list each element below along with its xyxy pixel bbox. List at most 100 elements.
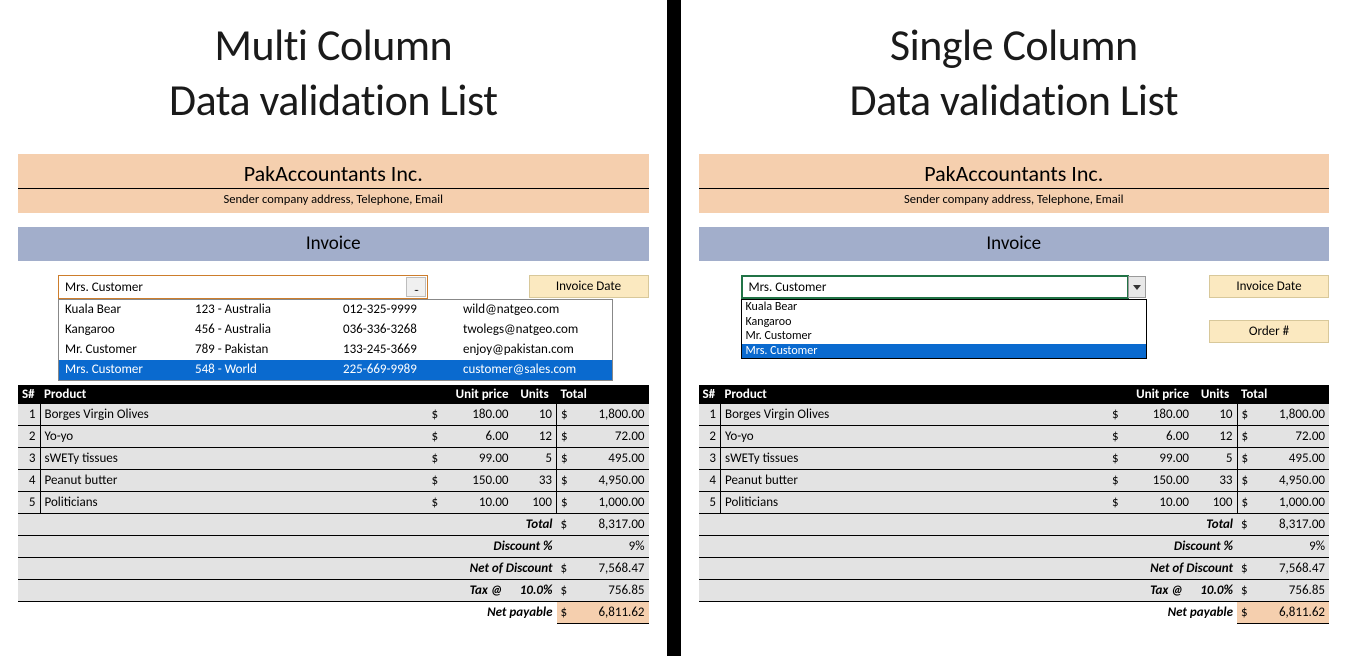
net-payable-label: Net payable: [699, 602, 1238, 624]
cell-sn: 3: [699, 448, 721, 470]
combo-col-name: Mrs. Customer: [65, 361, 195, 379]
multi-combo-input[interactable]: Mrs. Customer ...: [58, 275, 428, 299]
company-band: PakAccountants Inc. Sender company addre…: [18, 154, 649, 213]
cur: $: [1237, 602, 1255, 624]
table-row[interactable]: 4Peanut butter$150.0033$4,950.00: [18, 470, 649, 492]
invoice-date-label: Invoice Date: [1209, 275, 1329, 298]
cur: $: [557, 602, 575, 624]
cell-total: 4,950.00: [575, 470, 649, 492]
tax-rate: 10.0%: [507, 580, 557, 602]
total-value: 8,317.00: [575, 514, 649, 536]
cell-price: 150.00: [448, 470, 513, 492]
company-name: PakAccountants Inc.: [699, 158, 1330, 189]
table-row[interactable]: 4Peanut butter$150.0033$4,950.00: [699, 470, 1330, 492]
single-dropdown-button[interactable]: [1128, 276, 1146, 298]
cell-currency: $: [1237, 448, 1255, 470]
cell-price: 10.00: [1128, 492, 1193, 514]
cell-currency: $: [557, 448, 575, 470]
company-band: PakAccountants Inc. Sender company addre…: [699, 154, 1330, 213]
combo-col-email: twolegs@natgeo.com: [463, 321, 606, 339]
total-label: Total: [18, 514, 557, 536]
table-row[interactable]: 3sWETy tissues$99.005$495.00: [699, 448, 1330, 470]
cell-price: 99.00: [448, 448, 513, 470]
cell-sn: 1: [699, 404, 721, 426]
net-payable-label: Net payable: [18, 602, 557, 624]
cell-units: 12: [1193, 426, 1237, 448]
cell-currency: $: [1237, 426, 1255, 448]
multi-combo-item[interactable]: Kangaroo456 - Australia036-336-3268twole…: [59, 320, 612, 340]
cell-units: 33: [513, 470, 557, 492]
panel-title: Multi ColumnData validation List: [18, 18, 649, 128]
single-dropdown-list: Kuala BearKangarooMr. CustomerMrs. Custo…: [741, 299, 1147, 359]
net-payable-value: 6,811.62: [575, 602, 649, 624]
cell-product: Politicians: [721, 492, 1109, 514]
single-dropdown-item[interactable]: Kangaroo: [742, 315, 1146, 330]
cell-sn: 1: [18, 404, 40, 426]
cell-total: 4,950.00: [1255, 470, 1329, 492]
tax-value: 756.85: [1255, 580, 1329, 602]
cell-product: sWETy tissues: [40, 448, 428, 470]
cell-units: 5: [513, 448, 557, 470]
cell-product: Politicians: [40, 492, 428, 514]
invoice-table: S#ProductUnit priceUnitsTotal1Borges Vir…: [699, 385, 1330, 514]
net-discount-label: Net of Discount: [18, 558, 557, 580]
single-dropdown-cell[interactable]: Mrs. Customer: [741, 275, 1129, 299]
cell-currency: $: [1237, 470, 1255, 492]
th-product: Product: [40, 385, 428, 404]
cell-currency: $: [1108, 404, 1128, 426]
invoice-heading: Invoice: [18, 227, 649, 261]
panel-multi-column: Multi ColumnData validation List PakAcco…: [0, 0, 667, 656]
combo-col-email: customer@sales.com: [463, 361, 606, 379]
single-dropdown-item[interactable]: Kuala Bear: [742, 300, 1146, 315]
discount-label: Discount %: [699, 536, 1238, 558]
panel-title: Single ColumnData validation List: [699, 18, 1330, 128]
net-payable-value: 6,811.62: [1255, 602, 1329, 624]
invoice-heading: Invoice: [699, 227, 1330, 261]
cell-total: 72.00: [575, 426, 649, 448]
th-sn: S#: [699, 385, 721, 404]
combo-col-name: Kuala Bear: [65, 301, 195, 319]
cell-total: 1,000.00: [575, 492, 649, 514]
single-dropdown-item[interactable]: Mr. Customer: [742, 329, 1146, 344]
multi-combo-button[interactable]: ...: [406, 277, 426, 297]
cell-total: 495.00: [575, 448, 649, 470]
cell-units: 12: [513, 426, 557, 448]
cell-product: Peanut butter: [40, 470, 428, 492]
table-row[interactable]: 2Yo-yo$6.0012$72.00: [18, 426, 649, 448]
th-product: Product: [721, 385, 1109, 404]
company-sub: Sender company address, Telephone, Email: [18, 189, 649, 213]
cell-product: Yo-yo: [40, 426, 428, 448]
table-row[interactable]: 5Politicians$10.00100$1,000.00: [699, 492, 1330, 514]
table-row[interactable]: 5Politicians$10.00100$1,000.00: [18, 492, 649, 514]
cell-currency: $: [428, 426, 448, 448]
cell-price: 10.00: [448, 492, 513, 514]
tax-label: Tax @: [699, 580, 1188, 602]
cell-currency: $: [428, 492, 448, 514]
cell-units: 100: [513, 492, 557, 514]
table-row[interactable]: 1Borges Virgin Olives$180.0010$1,800.00: [18, 404, 649, 426]
tax-rate: 10.0%: [1187, 580, 1237, 602]
cell-currency: $: [1108, 448, 1128, 470]
multi-combo-item[interactable]: Mr. Customer789 - Pakistan133-245-3669en…: [59, 340, 612, 360]
cell-currency: $: [1237, 404, 1255, 426]
company-name: PakAccountants Inc.: [18, 158, 649, 189]
table-row[interactable]: 3sWETy tissues$99.005$495.00: [18, 448, 649, 470]
cell-sn: 3: [18, 448, 40, 470]
invoice-date-label: Invoice Date: [529, 275, 649, 298]
combo-col-name: Kangaroo: [65, 321, 195, 339]
cell-price: 6.00: [1128, 426, 1193, 448]
combo-col-addr: 789 - Pakistan: [195, 341, 343, 359]
cell-sn: 5: [699, 492, 721, 514]
cell-price: 180.00: [448, 404, 513, 426]
panel-single-column: Single ColumnData validation List PakAcc…: [681, 0, 1347, 656]
cur: $: [557, 558, 575, 580]
single-dropdown-item[interactable]: Mrs. Customer: [742, 344, 1146, 359]
combo-col-phone: 036-336-3268: [343, 321, 463, 339]
table-row[interactable]: 1Borges Virgin Olives$180.0010$1,800.00: [699, 404, 1330, 426]
cell-currency: $: [428, 470, 448, 492]
cur: $: [557, 514, 575, 536]
discount-label: Discount %: [18, 536, 557, 558]
multi-combo-item[interactable]: Mrs. Customer548 - World225-669-9989cust…: [59, 360, 612, 380]
table-row[interactable]: 2Yo-yo$6.0012$72.00: [699, 426, 1330, 448]
panel-divider: [667, 0, 681, 656]
